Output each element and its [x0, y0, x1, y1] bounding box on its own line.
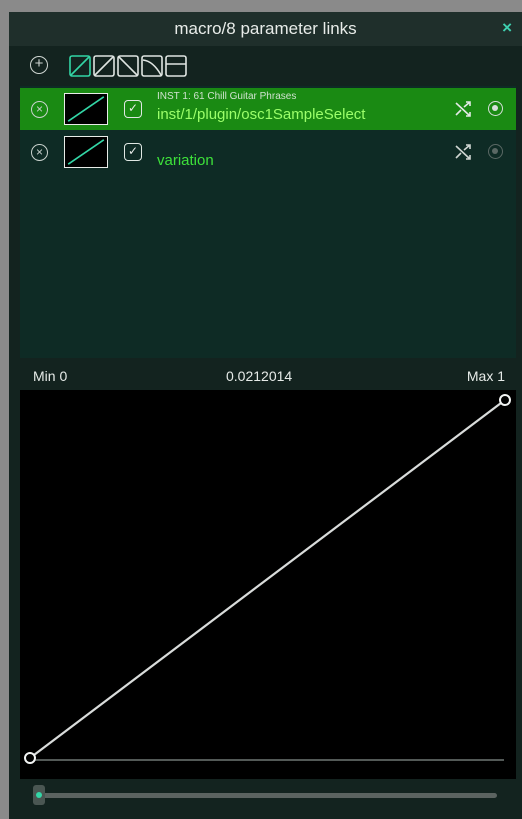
close-icon[interactable]: × — [502, 18, 512, 38]
curve-shape-linear-up-outline-button[interactable] — [93, 55, 115, 77]
link-list: × ✓ INST 1: 61 Chill Guitar Phrases inst… — [20, 86, 516, 358]
add-link-button[interactable]: + — [30, 56, 48, 74]
link-subtitle: INST 1: 61 Chill Guitar Phrases — [157, 91, 297, 102]
remove-link-button[interactable]: × — [31, 101, 48, 118]
curve-shape-linear-down-button[interactable] — [117, 55, 139, 77]
title-bar: macro/8 parameter links × — [9, 12, 522, 46]
toolbar: + — [9, 50, 522, 84]
plus-icon: + — [34, 55, 44, 72]
list-item[interactable]: × ✓ variation — [20, 131, 516, 173]
close-icon: × — [35, 102, 43, 116]
close-icon: × — [35, 145, 43, 159]
curve-point-min[interactable] — [24, 752, 36, 764]
curve-point-max[interactable] — [499, 394, 511, 406]
curve-shape-flat-split-button[interactable] — [165, 55, 187, 77]
slider-track[interactable] — [35, 793, 497, 798]
current-value: 0.0212014 — [226, 368, 293, 384]
remove-link-button[interactable]: × — [31, 144, 48, 161]
slider-handle[interactable] — [33, 785, 45, 805]
range-bar: Min 0 0.0212014 Max 1 — [9, 360, 522, 390]
target-icon[interactable] — [488, 101, 503, 116]
check-icon: ✓ — [127, 144, 139, 158]
target-icon[interactable] — [488, 144, 503, 159]
max-label: Max 1 — [466, 368, 505, 384]
enable-checkbox[interactable]: ✓ — [124, 143, 142, 161]
curve-line — [29, 399, 506, 759]
min-label: Min 0 — [33, 368, 68, 384]
parameter-path: inst/1/plugin/osc1SampleSelect — [157, 106, 366, 123]
list-item[interactable]: × ✓ INST 1: 61 Chill Guitar Phrases inst… — [20, 88, 516, 130]
parameter-links-panel: macro/8 parameter links × + × ✓ INST 1: … — [9, 12, 522, 819]
value-slider[interactable] — [20, 782, 516, 812]
enable-checkbox[interactable]: ✓ — [124, 100, 142, 118]
curve-editor[interactable] — [20, 390, 516, 779]
shuffle-icon[interactable] — [454, 99, 474, 119]
curve-shape-linear-up-button[interactable] — [69, 55, 91, 77]
parameter-path: variation — [157, 152, 214, 169]
curve-thumbnail[interactable] — [64, 136, 108, 168]
curve-shape-convex-button[interactable] — [141, 55, 163, 77]
window-title: macro/8 parameter links — [174, 19, 357, 38]
curve-thumbnail[interactable] — [64, 93, 108, 125]
check-icon: ✓ — [127, 101, 139, 115]
shuffle-icon[interactable] — [454, 142, 474, 162]
